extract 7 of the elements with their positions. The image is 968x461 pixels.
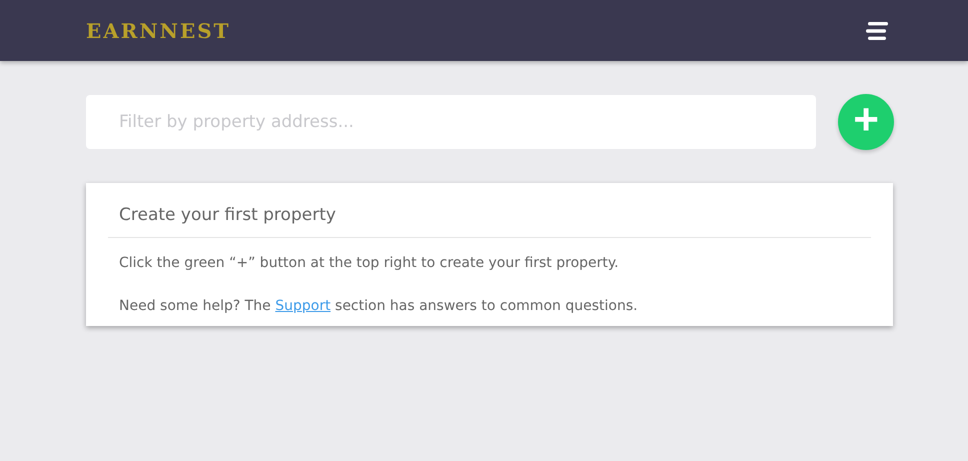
support-link[interactable]: Support [275, 298, 331, 314]
add-button[interactable]: + [838, 94, 894, 150]
card-text: Click the green “+” button at the top right to create your first property. [119, 255, 620, 271]
card-title: Create your first property [119, 205, 337, 225]
menu-icon[interactable] [866, 20, 890, 40]
card-text: Need some help? The Support section has answers to common questions. [119, 298, 639, 314]
brand-logo[interactable]: EARNNEST [86, 18, 231, 42]
